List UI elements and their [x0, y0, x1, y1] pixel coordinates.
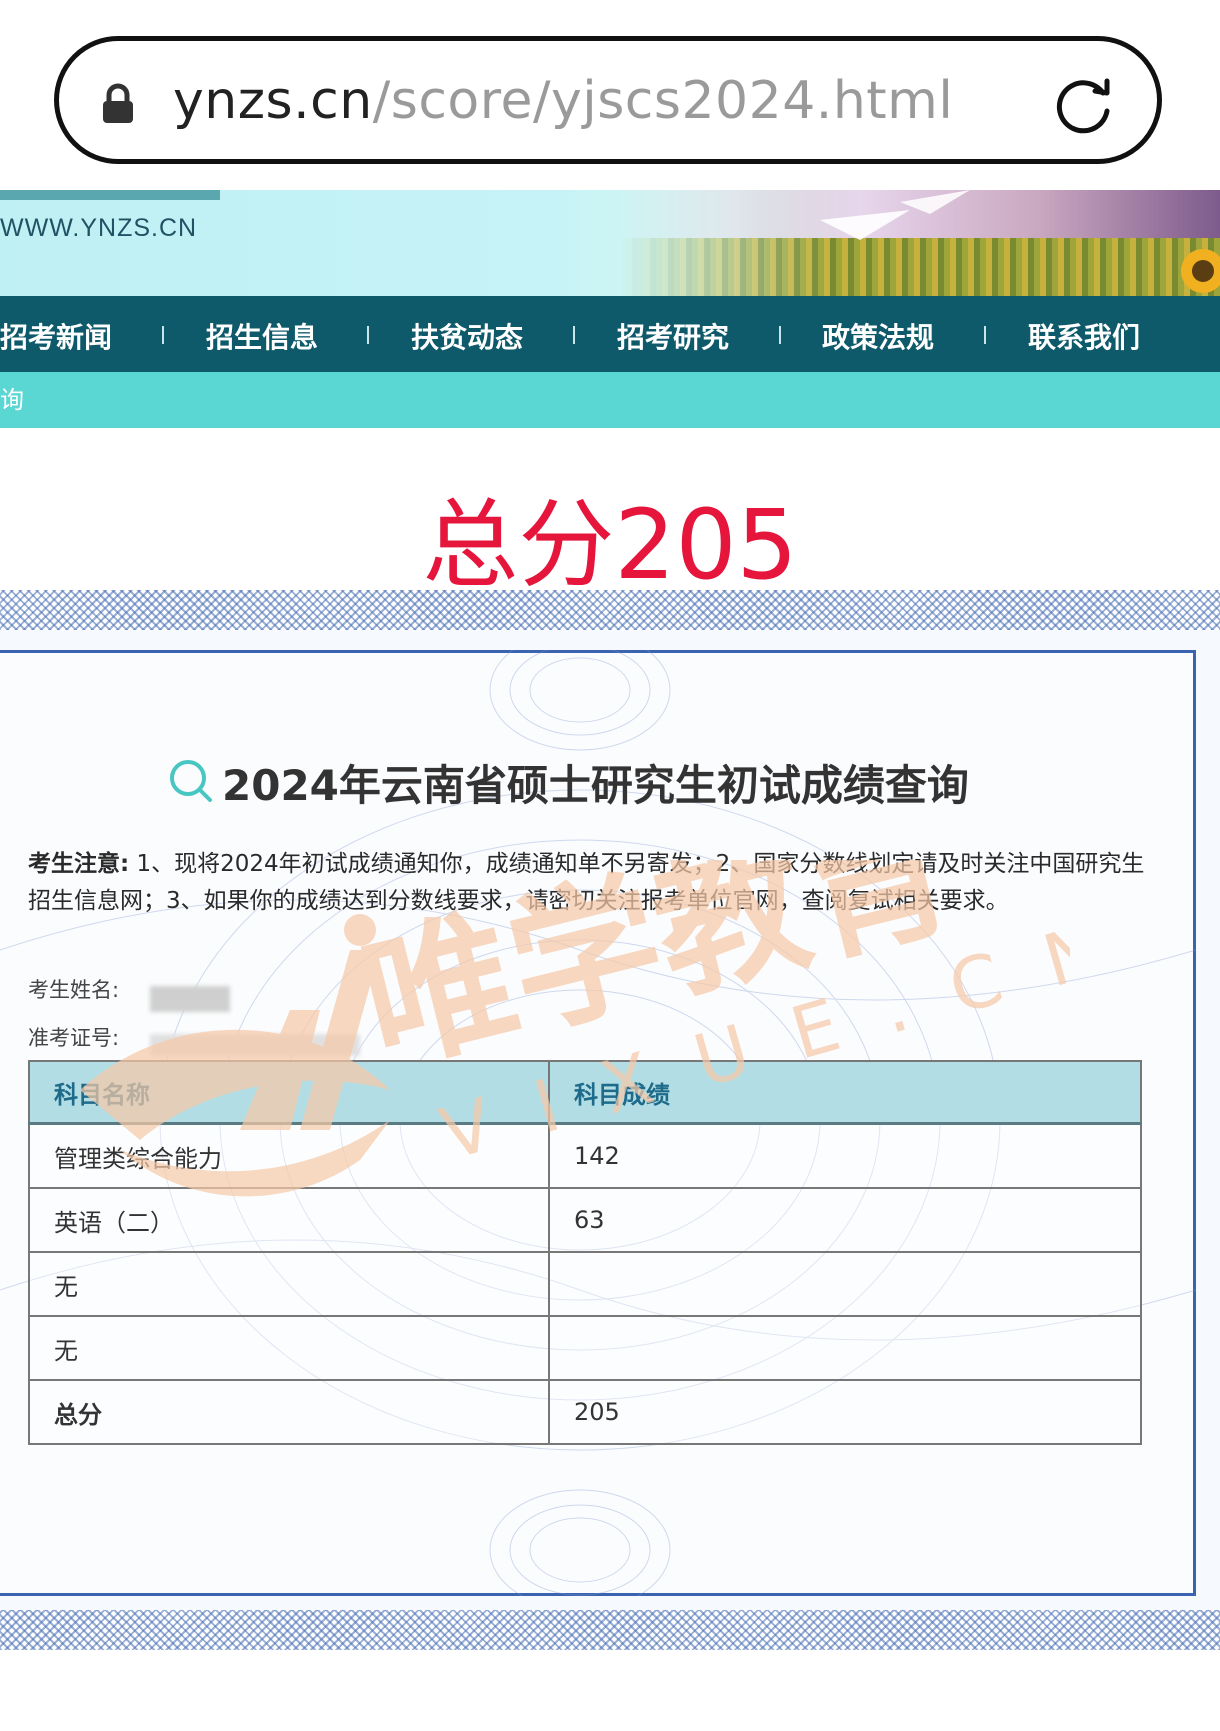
header-subject: 科目名称	[28, 1060, 550, 1125]
nav-item-news[interactable]: 招考新闻	[0, 316, 112, 356]
nav-divider	[779, 326, 781, 344]
table-header-row: 科目名称 科目成绩	[28, 1060, 1142, 1125]
candidate-notice: 考生注意: 1、现将2024年初试成绩通知你，成绩通知单不另寄发；2、国家分数线…	[28, 846, 1158, 920]
header-score: 科目成绩	[548, 1060, 1142, 1125]
score-table: 科目名称 科目成绩 管理类综合能力 142 英语（二） 63 无 无 总分 20…	[28, 1060, 1142, 1445]
score-cell	[548, 1251, 1142, 1317]
subject-cell: 管理类综合能力	[28, 1122, 550, 1189]
table-row: 无	[28, 1315, 1142, 1381]
paper-plane-icon	[820, 210, 910, 240]
subject-cell: 无	[28, 1315, 550, 1381]
logo-fragment	[0, 190, 220, 200]
reload-icon[interactable]	[1051, 71, 1117, 137]
subject-cell: 英语（二）	[28, 1187, 550, 1253]
site-url: WWW.YNZS.CN	[0, 214, 198, 242]
nav-item-research[interactable]: 招考研究	[617, 316, 729, 356]
nav-item-admissions[interactable]: 招生信息	[206, 316, 318, 356]
table-row: 管理类综合能力 142	[28, 1122, 1142, 1189]
candidate-name-redacted	[150, 986, 230, 1012]
nav-divider	[984, 326, 986, 344]
nav-divider	[573, 326, 575, 344]
table-row: 英语（二） 63	[28, 1187, 1142, 1253]
url-path: /score/yjscs2024.html	[372, 71, 954, 131]
score-cell: 63	[548, 1187, 1142, 1253]
candidate-name-label: 考生姓名:	[28, 978, 120, 1002]
sunflower-icon	[1181, 249, 1220, 293]
url-text[interactable]: ynzs.cn/score/yjscs2024.html	[173, 71, 953, 131]
address-bar[interactable]: ynzs.cn/score/yjscs2024.html	[54, 36, 1162, 164]
notice-label: 考生注意:	[28, 851, 130, 877]
nav-divider	[162, 326, 164, 344]
page-title: 2024年云南省硕士研究生初试成绩查询	[168, 752, 969, 813]
score-cell	[548, 1315, 1142, 1381]
nav-item-contact[interactable]: 联系我们	[1028, 316, 1140, 356]
score-cell-total: 205	[548, 1379, 1142, 1445]
total-score-heading: 总分205	[422, 489, 798, 601]
sub-bar: 询	[0, 372, 1220, 428]
subbar-text[interactable]: 询	[0, 372, 24, 428]
score-cell: 142	[548, 1122, 1142, 1189]
url-domain: ynzs.cn	[173, 71, 373, 131]
site-banner: WWW.YNZS.CN	[0, 190, 1220, 296]
nav-item-policy[interactable]: 政策法规	[822, 316, 934, 356]
table-row-total: 总分 205	[28, 1379, 1142, 1445]
nav-divider	[367, 326, 369, 344]
exam-id-label: 准考证号:	[28, 1026, 120, 1050]
subject-cell: 无	[28, 1251, 550, 1317]
nav-item-poverty[interactable]: 扶贫动态	[411, 316, 523, 356]
page-title-text: 2024年云南省硕士研究生初试成绩查询	[222, 761, 969, 810]
lock-icon	[103, 83, 133, 123]
paper-plane-icon	[900, 190, 970, 214]
table-row: 无	[28, 1251, 1142, 1317]
subject-cell-total: 总分	[28, 1379, 550, 1445]
main-nav: 招考新闻 招生信息 扶贫动态 招考研究 政策法规 联系我们	[0, 296, 1220, 372]
exam-id-redacted	[150, 1034, 360, 1056]
notice-text: 1、现将2024年初试成绩通知你，成绩通知单不另寄发；2、国家分数线划定请及时关…	[28, 851, 1145, 914]
banner-field	[620, 238, 1220, 296]
